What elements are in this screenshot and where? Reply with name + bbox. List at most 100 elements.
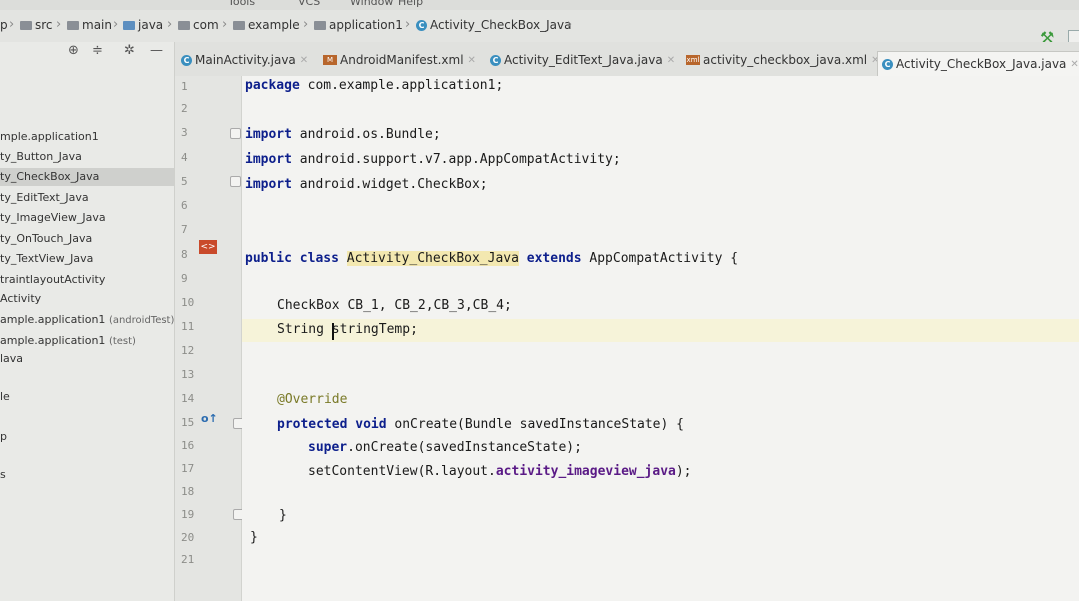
- line-number: 3: [181, 126, 188, 139]
- tree-item[interactable]: traintlayoutActivity: [0, 271, 174, 289]
- chevron-right-icon: ›: [56, 17, 62, 32]
- folder-icon: [67, 20, 79, 30]
- run-activity-icon[interactable]: <>: [199, 240, 217, 254]
- code-line-20: }: [250, 530, 258, 545]
- code-editor[interactable]: package com.example.application1; import…: [242, 76, 1079, 601]
- manifest-icon: M: [323, 55, 337, 65]
- chevron-right-icon: ›: [567, 17, 573, 32]
- menu-bar: Tools VCS Window Help: [0, 0, 1079, 10]
- line-number: 20: [181, 531, 195, 544]
- line-number: 7: [181, 223, 188, 236]
- code-line-4: import android.support.v7.app.AppCompatA…: [245, 152, 621, 167]
- line-number: 21: [181, 553, 195, 566]
- breadcrumb-item-p[interactable]: p: [0, 18, 8, 32]
- chevron-right-icon: ›: [9, 17, 15, 32]
- breadcrumb-item-com[interactable]: com: [178, 18, 219, 32]
- code-line-1: package com.example.application1;: [245, 78, 504, 93]
- code-line-19: }: [279, 508, 287, 523]
- line-number: 6: [181, 199, 188, 212]
- project-panel: ⊕ ≑ ✲ — mple.application1 ty_Button_Java…: [0, 42, 175, 601]
- line-number: 11: [181, 320, 195, 333]
- folder-icon: [233, 20, 245, 30]
- line-number: 2: [181, 102, 188, 115]
- text-caret: [332, 323, 334, 340]
- fold-icon[interactable]: [230, 176, 241, 187]
- class-icon: C: [181, 54, 192, 66]
- override-icon[interactable]: o↑: [201, 412, 218, 425]
- tree-item-selected[interactable]: ty_CheckBox_Java: [0, 168, 174, 186]
- folder-icon: [20, 20, 32, 30]
- tree-item[interactable]: ty_Button_Java: [0, 148, 174, 166]
- tree-item[interactable]: le: [0, 388, 174, 406]
- line-number: 12: [181, 344, 195, 357]
- code-line-17: setContentView(R.layout.activity_imagevi…: [308, 464, 692, 479]
- collapse-icon[interactable]: ≑: [92, 43, 103, 58]
- folder-icon: [178, 20, 190, 30]
- line-number: 8: [181, 248, 188, 261]
- line-number: 15: [181, 416, 195, 429]
- breadcrumb-item-activity-checkbox-java[interactable]: C Activity_CheckBox_Java: [416, 18, 571, 32]
- code-line-5: import android.widget.CheckBox;: [245, 177, 488, 192]
- code-line-3: import android.os.Bundle;: [245, 127, 441, 142]
- chevron-right-icon: ›: [113, 17, 119, 32]
- line-number: 19: [181, 508, 195, 521]
- tree-item[interactable]: ty_TextView_Java: [0, 250, 174, 268]
- tree-item[interactable]: ty_ImageView_Java: [0, 209, 174, 227]
- tab-activity-checkbox-java[interactable]: C Activity_CheckBox_Java.java ✕: [877, 51, 1079, 76]
- menu-tools[interactable]: Tools: [228, 0, 255, 8]
- tree-item[interactable]: Activity: [0, 290, 174, 308]
- gear-icon[interactable]: ✲: [124, 43, 135, 58]
- tab-activity-checkbox-xml[interactable]: xml activity_checkbox_java.xml ✕: [686, 48, 880, 72]
- chevron-right-icon: ›: [303, 17, 309, 32]
- line-number: 16: [181, 439, 195, 452]
- panel-toolbar: ⊕ ≑ ✲ —: [0, 42, 174, 60]
- menu-window[interactable]: Window: [350, 0, 393, 8]
- tree-item[interactable]: ty_EditText_Java: [0, 189, 174, 207]
- chevron-right-icon: ›: [167, 17, 173, 32]
- tree-item[interactable]: mple.application1: [0, 128, 174, 146]
- folder-icon: [123, 20, 135, 30]
- editor-tab-bar: C MainActivity.java ✕ M AndroidManifest.xml…: [175, 42, 1079, 77]
- breadcrumb-item-application1[interactable]: application1: [314, 18, 403, 32]
- close-icon[interactable]: ✕: [468, 55, 476, 66]
- code-line-10: CheckBox CB_1, CB_2,CB_3,CB_4;: [277, 298, 512, 313]
- breadcrumb-item-java[interactable]: java: [123, 18, 163, 32]
- line-number: 14: [181, 392, 195, 405]
- line-number: 1: [181, 80, 188, 93]
- close-icon[interactable]: ✕: [1070, 59, 1078, 70]
- minimize-icon[interactable]: —: [150, 43, 163, 58]
- menu-vcs[interactable]: VCS: [298, 0, 320, 8]
- code-line-14: @Override: [277, 392, 348, 407]
- line-number: 10: [181, 296, 195, 309]
- tree-item[interactable]: ample.application1 (androidTest): [0, 311, 174, 329]
- breadcrumb-item-example[interactable]: example: [233, 18, 300, 32]
- menu-help[interactable]: Help: [398, 0, 423, 8]
- close-icon[interactable]: ✕: [667, 55, 675, 66]
- tab-main-activity[interactable]: C MainActivity.java ✕: [181, 48, 308, 72]
- code-line-16: super.onCreate(savedInstanceState);: [308, 440, 582, 455]
- line-number-gutter: 1 2 3 4 5 6 7 8 9 10 11 12 13 14 15 16 1…: [175, 76, 244, 601]
- tab-android-manifest[interactable]: M AndroidManifest.xml ✕: [323, 48, 476, 72]
- xml-file-icon: xml: [686, 55, 700, 65]
- code-line-8: public class Activity_CheckBox_Java exte…: [245, 251, 739, 266]
- tree-item[interactable]: ample.application1 (test): [0, 332, 174, 350]
- tree-item[interactable]: s: [0, 466, 174, 484]
- close-icon[interactable]: ✕: [300, 55, 308, 66]
- tree-item[interactable]: ty_OnTouch_Java: [0, 230, 174, 248]
- folder-icon: [314, 20, 326, 30]
- code-line-11: String stringTemp;: [277, 322, 418, 337]
- breadcrumb: p › src › main › java › com › example › …: [0, 10, 1079, 43]
- breadcrumb-item-main[interactable]: main: [67, 18, 112, 32]
- locate-icon[interactable]: ⊕: [68, 43, 79, 58]
- line-number: 5: [181, 175, 188, 188]
- tree-item[interactable]: p: [0, 428, 174, 446]
- chevron-right-icon: ›: [405, 17, 411, 32]
- fold-icon[interactable]: [230, 128, 241, 139]
- line-number: 17: [181, 462, 195, 475]
- breadcrumb-item-src[interactable]: src: [20, 18, 53, 32]
- chevron-right-icon: ›: [222, 17, 228, 32]
- line-number: 18: [181, 485, 195, 498]
- tab-activity-edittext[interactable]: C Activity_EditText_Java.java ✕: [490, 48, 675, 72]
- tree-item[interactable]: lava: [0, 350, 174, 368]
- code-line-15: protected void onCreate(Bundle savedInst…: [277, 417, 684, 432]
